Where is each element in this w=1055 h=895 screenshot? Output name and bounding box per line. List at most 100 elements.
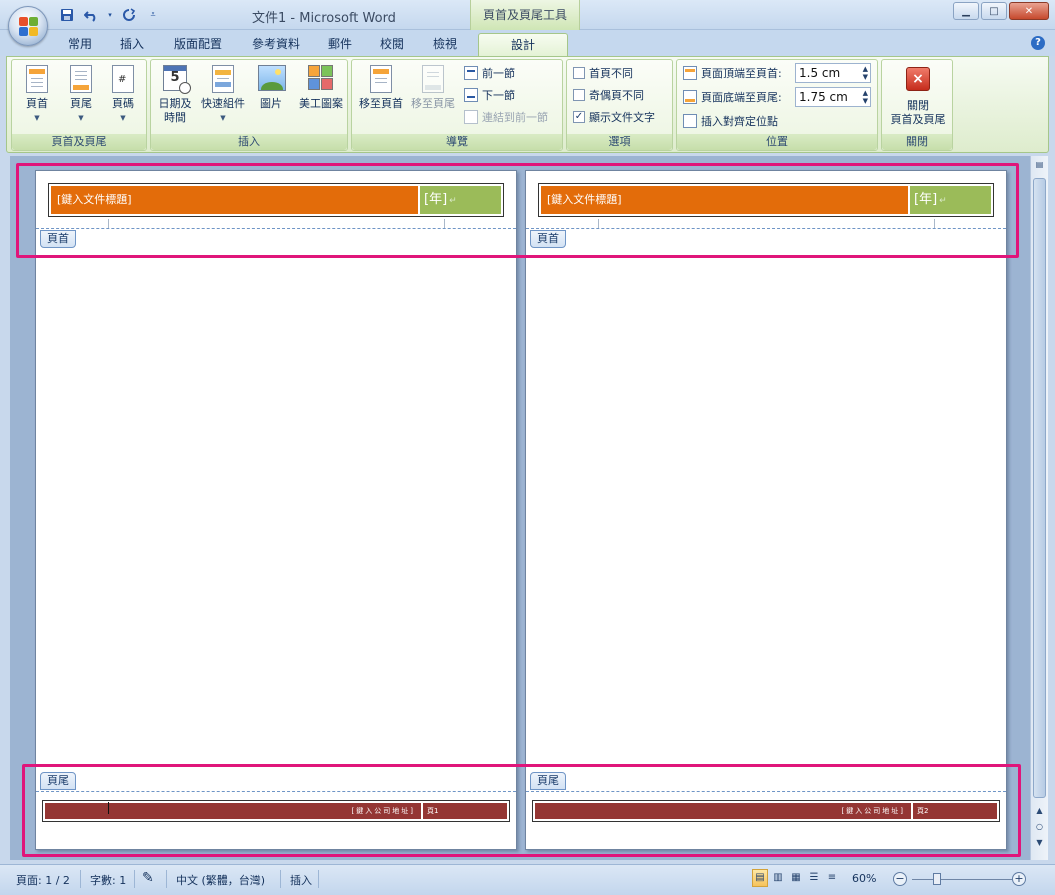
date-time-label-2: 時間 bbox=[164, 111, 186, 124]
ribbon-tabs: 常用 插入 版面配置 參考資料 郵件 校閱 檢視 設計 bbox=[0, 30, 1055, 56]
help-icon[interactable]: ? bbox=[1031, 36, 1045, 50]
tab-home[interactable]: 常用 bbox=[58, 33, 102, 56]
footer-position-icon bbox=[683, 90, 697, 104]
footer-button[interactable]: 頁尾 ▼ bbox=[60, 63, 102, 125]
vertical-scrollbar[interactable]: ▤ ▲ ○ ▼ bbox=[1030, 156, 1048, 860]
close-header-footer-button[interactable]: × 關閉 頁首及頁尾 bbox=[884, 63, 952, 127]
page-1[interactable]: [鍵入文件標題] [年] ↵ 頁首 頁尾 [鍵入公司地址] 頁1 bbox=[35, 170, 517, 850]
different-odd-even-option[interactable]: 奇偶頁不同 bbox=[573, 86, 644, 104]
goto-footer-button[interactable]: 移至頁尾 bbox=[408, 63, 458, 111]
customize-icon[interactable]: ⩡ bbox=[144, 6, 162, 24]
picture-icon bbox=[258, 65, 286, 91]
prev-section-label: 前一節 bbox=[482, 67, 515, 80]
group-position: 頁面頂端至頁首: 1.5 cm ▲ ▼ 頁面底端至頁尾: 1.75 cm ▲ ▼ 插… bbox=[676, 59, 878, 151]
chevron-down-icon: ▼ bbox=[120, 114, 126, 122]
minimize-button[interactable]: ▁ bbox=[953, 2, 979, 20]
footer-button-label: 頁尾 bbox=[70, 97, 92, 110]
spin-arrows-icon[interactable]: ▲ ▼ bbox=[863, 89, 868, 105]
footer-from-bottom-value: 1.75 cm bbox=[799, 90, 848, 104]
group-header-footer: 頁首 ▼ 頁尾 ▼ # 頁碼 ▼ 頁首及頁尾 bbox=[11, 59, 147, 151]
zoom-in-icon[interactable]: + bbox=[1012, 872, 1026, 886]
status-language[interactable]: 中文 (繁體，台灣) bbox=[176, 872, 265, 888]
quick-parts-label: 快速組件 bbox=[201, 97, 245, 110]
header-from-top-label: 頁面頂端至頁首: bbox=[701, 67, 782, 80]
close-label-2: 頁首及頁尾 bbox=[890, 113, 946, 126]
status-insert-mode[interactable]: 插入 bbox=[290, 872, 312, 888]
zoom-out-icon[interactable]: − bbox=[893, 872, 907, 886]
tab-page-layout[interactable]: 版面配置 bbox=[162, 33, 234, 56]
print-layout-view-icon[interactable]: ▤ bbox=[752, 869, 768, 887]
different-odd-even-checkbox[interactable] bbox=[573, 89, 585, 101]
undo-icon[interactable] bbox=[82, 6, 100, 24]
link-to-previous-button[interactable]: 連結到前一節 bbox=[464, 108, 548, 126]
page-number-button[interactable]: # 頁碼 ▼ bbox=[102, 63, 144, 125]
insert-alignment-tab-button[interactable]: 插入對齊定位點 bbox=[683, 112, 778, 130]
chevron-down-icon: ▼ bbox=[34, 114, 40, 122]
prev-section-button[interactable]: 前一節 bbox=[464, 64, 515, 82]
show-document-text-option[interactable]: ✓ 顯示文件文字 bbox=[573, 108, 655, 126]
tab-design[interactable]: 設計 bbox=[478, 33, 568, 56]
tab-review[interactable]: 校閱 bbox=[370, 33, 414, 56]
context-tool-title: 頁首及頁尾工具 bbox=[470, 0, 580, 30]
date-time-button[interactable]: 5 日期及 時間 bbox=[153, 63, 197, 125]
redo-icon[interactable] bbox=[120, 6, 138, 24]
status-word-count[interactable]: 字數: 1 bbox=[90, 872, 126, 888]
footer-icon bbox=[70, 65, 92, 93]
zoom-level[interactable]: 60% bbox=[852, 872, 876, 885]
footer-highlight-box bbox=[22, 764, 1021, 857]
window-controls: ▁ □ ✕ bbox=[953, 2, 1049, 20]
clip-art-button[interactable]: 美工圖案 bbox=[295, 63, 347, 111]
different-odd-even-label: 奇偶頁不同 bbox=[589, 89, 644, 102]
page-number-button-label: 頁碼 bbox=[112, 97, 134, 110]
group-options: 首頁不同 奇偶頁不同 ✓ 顯示文件文字 選項 bbox=[566, 59, 673, 151]
clip-art-icon bbox=[308, 65, 334, 91]
close-window-button[interactable]: ✕ bbox=[1009, 2, 1049, 20]
browse-object-icon[interactable]: ○ bbox=[1033, 822, 1046, 834]
undo-dropdown-icon[interactable]: ▾ bbox=[106, 6, 114, 24]
tab-insert[interactable]: 插入 bbox=[110, 33, 154, 56]
header-button[interactable]: 頁首 ▼ bbox=[16, 63, 58, 125]
maximize-button[interactable]: □ bbox=[981, 2, 1007, 20]
status-separator bbox=[280, 870, 281, 888]
goto-header-button[interactable]: 移至頁首 bbox=[356, 63, 406, 111]
draft-view-icon[interactable]: ≡ bbox=[824, 869, 840, 887]
previous-page-icon[interactable]: ▲ bbox=[1033, 806, 1046, 818]
header-position-icon bbox=[683, 66, 697, 80]
web-layout-view-icon[interactable]: ▦ bbox=[788, 869, 804, 887]
outline-view-icon[interactable]: ☰ bbox=[806, 869, 822, 887]
ruler-toggle-icon[interactable]: ▤ bbox=[1033, 160, 1046, 172]
alignment-tab-icon bbox=[683, 114, 697, 128]
proofing-icon[interactable]: ✎ bbox=[142, 870, 154, 886]
full-screen-reading-view-icon[interactable]: ▥ bbox=[770, 869, 786, 887]
tab-mailings[interactable]: 郵件 bbox=[318, 33, 362, 56]
picture-button[interactable]: 圖片 bbox=[249, 63, 293, 111]
group-insert: 5 日期及 時間 快速組件 ▼ 圖片 美工圖案 插入 bbox=[150, 59, 348, 151]
status-separator bbox=[318, 870, 319, 888]
zoom-slider-track[interactable] bbox=[912, 879, 1012, 880]
link-icon bbox=[464, 110, 478, 124]
quick-parts-button[interactable]: 快速組件 ▼ bbox=[199, 63, 247, 125]
goto-footer-label: 移至頁尾 bbox=[411, 97, 455, 110]
goto-footer-icon bbox=[422, 65, 444, 93]
next-page-icon[interactable]: ▼ bbox=[1033, 838, 1046, 850]
tab-references[interactable]: 參考資料 bbox=[243, 33, 309, 56]
different-first-page-checkbox[interactable] bbox=[573, 67, 585, 79]
page-2[interactable]: [鍵入文件標題] [年] ↵ 頁首 頁尾 [鍵入公司地址] 頁2 bbox=[525, 170, 1007, 850]
show-document-text-label: 顯示文件文字 bbox=[589, 111, 655, 124]
status-page[interactable]: 頁面: 1 / 2 bbox=[16, 872, 70, 888]
next-section-button[interactable]: 下一節 bbox=[464, 86, 515, 104]
scrollbar-thumb[interactable] bbox=[1033, 178, 1046, 798]
different-first-page-option[interactable]: 首頁不同 bbox=[573, 64, 633, 82]
save-icon[interactable] bbox=[58, 6, 76, 24]
show-document-text-checkbox[interactable]: ✓ bbox=[573, 111, 585, 123]
close-label-1: 關閉 bbox=[907, 99, 929, 112]
spin-arrows-icon[interactable]: ▲ ▼ bbox=[863, 65, 868, 81]
footer-from-bottom-input[interactable]: 1.75 cm ▲ ▼ bbox=[795, 87, 871, 107]
footer-from-bottom-label-row: 頁面底端至頁尾: bbox=[683, 88, 782, 106]
zoom-slider-thumb[interactable] bbox=[933, 873, 941, 885]
office-button[interactable] bbox=[8, 6, 48, 46]
header-from-top-input[interactable]: 1.5 cm ▲ ▼ bbox=[795, 63, 871, 83]
group-label-header-footer: 頁首及頁尾 bbox=[12, 134, 146, 150]
tab-view[interactable]: 檢視 bbox=[422, 33, 468, 56]
status-bar: 頁面: 1 / 2 字數: 1 ✎ 中文 (繁體，台灣) 插入 ▤ ▥ ▦ ☰ … bbox=[0, 864, 1055, 895]
